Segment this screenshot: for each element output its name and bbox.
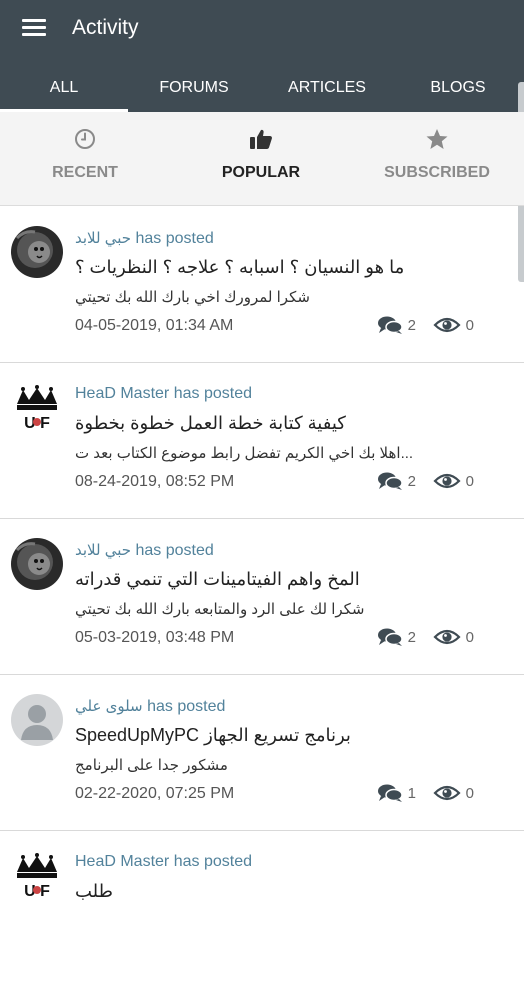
thumbs-up-icon [250, 129, 272, 149]
comments-icon [377, 472, 403, 490]
avatar[interactable] [11, 538, 63, 590]
tab-label: FORUMS [159, 79, 229, 96]
post-date: 08-24-2019, 08:52 PM [75, 473, 235, 490]
reply-preview: مشكور جدا على البرنامج [75, 757, 228, 774]
comment-count-value: 2 [407, 472, 416, 490]
page-title: Activity [72, 16, 139, 39]
post-meta: حبي للابد has posted [75, 229, 214, 248]
activity-item[interactable]: سلوى علي has posted برنامج تسريع الجهاز … [0, 675, 524, 831]
filter-label: SUBSCRIBED [384, 164, 490, 181]
comment-count-value: 2 [407, 628, 416, 646]
view-count-value: 0 [465, 472, 474, 490]
avatar[interactable] [11, 226, 63, 278]
tab-bar: ALL FORUMS ARTICLES BLOGS [0, 62, 524, 112]
post-title[interactable]: برنامج تسريع الجهاز SpeedUpMyPC [75, 725, 351, 746]
post-title[interactable]: كيفية كتابة خطة العمل خطوة بخطوة [75, 413, 346, 434]
activity-item[interactable]: حبي للابد has posted ما هو النسيان ؟ اسب… [0, 207, 524, 363]
tab-label: BLOGS [430, 79, 486, 96]
reply-preview: شكرا لمرورك اخي بارك الله بك تحيتي [75, 289, 310, 306]
view-count-value: 0 [465, 316, 474, 334]
comment-count: 2 [377, 315, 416, 335]
comment-count: 2 [377, 471, 416, 491]
avatar[interactable]: U F [11, 382, 63, 434]
post-meta: سلوى علي has posted [75, 697, 225, 716]
filter-recent[interactable]: RECENT [10, 128, 160, 182]
crown-logo-icon: U F [11, 850, 63, 902]
view-count-value: 0 [465, 784, 474, 802]
eye-icon [433, 785, 461, 801]
filter-popular[interactable]: POPULAR [186, 128, 336, 182]
comment-count: 1 [377, 783, 416, 803]
lion-avatar-icon [11, 226, 63, 278]
filter-subscribed[interactable]: SUBSCRIBED [362, 128, 512, 182]
post-action: has posted [173, 385, 252, 402]
author-name[interactable]: سلوى علي [75, 698, 143, 715]
post-meta: HeaD Master has posted [75, 385, 252, 403]
post-meta: حبي للابد has posted [75, 541, 214, 560]
post-date: 05-03-2019, 03:48 PM [75, 629, 235, 646]
clock-icon [75, 129, 95, 149]
activity-item[interactable]: U F HeaD Master has posted طلب [0, 831, 524, 987]
author-name[interactable]: HeaD Master [75, 385, 169, 402]
reply-preview: ...اهلا بك اخي الكريم تفضل رابط موضوع ال… [75, 445, 414, 462]
comments-icon [377, 784, 403, 802]
filter-bar: RECENT POPULAR SUBSCRIBED [0, 112, 524, 206]
tab-label: ALL [49, 79, 79, 96]
tab-articles[interactable]: ARTICLES [263, 62, 391, 112]
activity-item[interactable]: حبي للابد has posted المخ واهم الفيتامين… [0, 519, 524, 675]
post-action: has posted [173, 853, 252, 870]
tab-forums[interactable]: FORUMS [132, 62, 256, 112]
eye-icon [433, 473, 461, 489]
avatar[interactable]: U F [11, 850, 63, 902]
tab-all[interactable]: ALL [0, 62, 128, 112]
post-action: has posted [147, 698, 226, 715]
author-name[interactable]: HeaD Master [75, 853, 169, 870]
view-count: 0 [433, 783, 474, 803]
post-date: 02-22-2020, 07:25 PM [75, 785, 235, 802]
app-header: Activity ALL FORUMS ARTICLES BLOGS [0, 0, 524, 112]
activity-item[interactable]: U F HeaD Master has posted كيفية كتابة خ… [0, 363, 524, 519]
toolbar: Activity [0, 0, 524, 58]
view-count: 0 [433, 315, 474, 335]
avatar[interactable] [11, 694, 63, 746]
post-action: has posted [135, 230, 214, 247]
view-count: 0 [433, 471, 474, 491]
post-title[interactable]: طلب [75, 881, 113, 902]
author-name[interactable]: حبي للابد [75, 230, 131, 247]
author-name[interactable]: حبي للابد [75, 542, 131, 559]
comment-count-value: 2 [407, 316, 416, 334]
activity-feed: حبي للابد has posted ما هو النسيان ؟ اسب… [0, 207, 524, 987]
comments-icon [377, 316, 403, 334]
eye-icon [433, 317, 461, 333]
reply-preview: شكرا لك على الرد والمتابعه بارك الله بك … [75, 601, 365, 618]
lion-avatar-icon [11, 538, 63, 590]
post-action: has posted [135, 542, 214, 559]
eye-icon [433, 629, 461, 645]
tab-blogs[interactable]: BLOGS [408, 62, 508, 112]
view-count: 0 [433, 627, 474, 647]
post-meta: HeaD Master has posted [75, 853, 252, 871]
star-icon [426, 129, 448, 149]
post-title[interactable]: ما هو النسيان ؟ اسبابه ؟ علاجه ؟ النظريا… [75, 257, 404, 278]
filter-label: POPULAR [221, 164, 301, 181]
comment-count: 2 [377, 627, 416, 647]
view-count-value: 0 [465, 628, 474, 646]
tab-label: ARTICLES [288, 79, 366, 96]
menu-icon[interactable] [22, 17, 48, 39]
crown-logo-icon: U F [11, 382, 63, 434]
post-date: 04-05-2019, 01:34 AM [75, 317, 234, 334]
default-user-icon [11, 694, 63, 746]
comments-icon [377, 628, 403, 646]
comment-count-value: 1 [407, 784, 416, 802]
post-title[interactable]: المخ واهم الفيتامينات التي تنمي قدراته [75, 569, 360, 590]
filter-label: RECENT [52, 164, 118, 181]
